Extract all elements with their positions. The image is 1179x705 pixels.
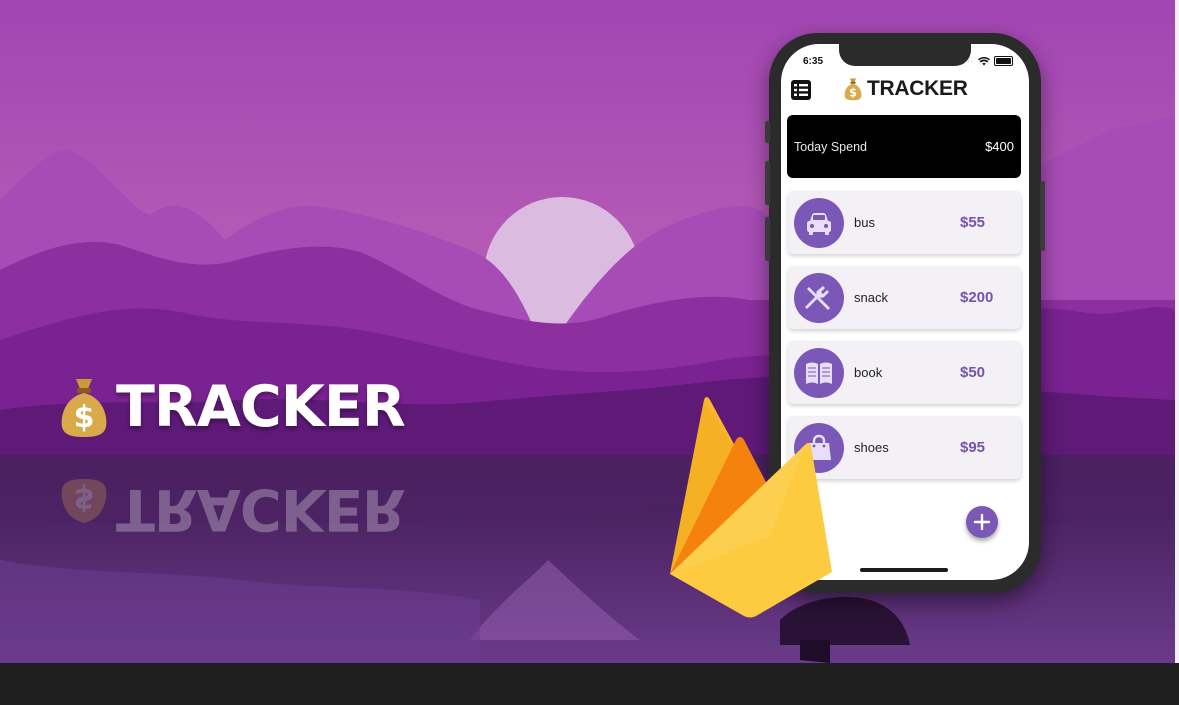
expense-amount: $200 xyxy=(960,289,994,306)
tracker-logo-reflection: $ TRACKER xyxy=(58,476,405,542)
add-expense-button[interactable] xyxy=(966,506,998,538)
firebase-flame-icon xyxy=(670,397,832,618)
status-icons: ···· xyxy=(961,56,1013,66)
app-title-text: TRACKER xyxy=(867,77,968,100)
expense-name: shoes xyxy=(854,440,889,455)
svg-text:$: $ xyxy=(74,481,95,516)
svg-text:$: $ xyxy=(74,400,95,435)
money-bag-reflection-icon: $ xyxy=(61,479,107,523)
expense-name: snack xyxy=(854,290,888,305)
expense-item-snack[interactable]: snack $200 xyxy=(788,266,1021,329)
phone-notch xyxy=(839,44,971,66)
expense-name: bus xyxy=(854,215,875,230)
battery-icon xyxy=(994,56,1013,66)
money-bag-icon: $ xyxy=(61,379,107,437)
expense-name: book xyxy=(854,365,883,380)
phone-silent-switch xyxy=(765,121,770,143)
today-spend-label: Today Spend xyxy=(794,139,867,154)
plus-icon xyxy=(973,513,991,531)
signal-icon: ···· xyxy=(960,57,974,65)
book-icon xyxy=(794,347,844,398)
phone-volume-down xyxy=(765,217,770,261)
home-indicator xyxy=(860,568,948,572)
logo-title-reflection: TRACKER xyxy=(116,476,405,542)
list-menu-icon[interactable] xyxy=(791,80,811,100)
wifi-icon xyxy=(978,56,990,65)
bottom-bar xyxy=(0,663,1179,705)
expense-item-book[interactable]: book $50 xyxy=(788,341,1021,404)
car-icon xyxy=(794,197,844,248)
money-bag-icon: $ xyxy=(844,78,862,101)
today-spend-amount: $400 xyxy=(985,139,1014,154)
phone-volume-up xyxy=(765,161,770,205)
expense-amount: $50 xyxy=(960,364,986,381)
status-time: 6:35 xyxy=(803,56,824,67)
banner-scene: $ TRACKER $ TRACKER 6:35 ···· $ TRACKER … xyxy=(0,0,1175,663)
expense-amount: $95 xyxy=(960,439,986,456)
today-spend-card: Today Spend $400 xyxy=(787,115,1021,178)
phone-power-button xyxy=(1040,181,1045,251)
logo-title: TRACKER xyxy=(116,374,406,440)
fork-knife-icon xyxy=(794,272,844,323)
tracker-logo: $ TRACKER xyxy=(58,374,406,440)
expense-item-bus[interactable]: bus $55 xyxy=(788,191,1021,254)
app-header-title: $ TRACKER xyxy=(843,77,968,101)
expense-amount: $55 xyxy=(960,214,986,231)
window-edge xyxy=(1175,0,1179,663)
svg-text:$: $ xyxy=(849,87,857,100)
